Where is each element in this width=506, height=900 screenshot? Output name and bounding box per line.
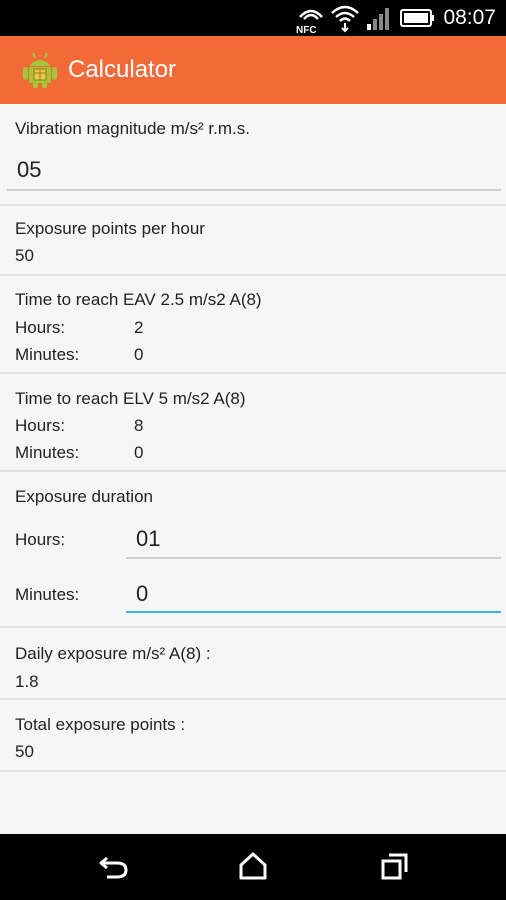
battery-icon — [400, 9, 434, 27]
navigation-bar — [0, 834, 506, 900]
daily-exposure-section: Daily exposure m/s² A(8) : 1.8 — [0, 628, 506, 700]
vibration-label: Vibration magnitude m/s² r.m.s. — [15, 119, 250, 138]
eav-hours-label: Hours: — [15, 318, 66, 337]
total-points-value: 50 — [15, 742, 34, 761]
daily-exposure-value: 1.8 — [15, 672, 39, 691]
points-per-hour-value: 50 — [15, 246, 34, 265]
clock: 08:07 — [443, 6, 496, 29]
elv-minutes-label: Minutes: — [15, 443, 80, 462]
android-app-icon — [23, 52, 57, 88]
points-per-hour-section: Exposure points per hour 50 — [0, 204, 506, 276]
duration-section: Exposure duration Hours: Minutes: — [0, 472, 506, 628]
eav-label: Time to reach EAV 2.5 m/s2 A(8) — [15, 290, 262, 309]
nfc-icon: NFC — [296, 9, 323, 35]
duration-hours-underline — [126, 557, 501, 559]
elv-minutes-value: 0 — [134, 443, 144, 462]
duration-hours-input[interactable] — [136, 524, 496, 554]
action-bar: Calculator — [0, 36, 506, 104]
duration-label: Exposure duration — [15, 487, 153, 506]
eav-minutes-value: 0 — [134, 345, 144, 364]
back-icon[interactable] — [97, 852, 131, 882]
eav-hours-value: 2 — [134, 318, 144, 337]
duration-minutes-label: Minutes: — [15, 585, 80, 604]
total-points-section: Total exposure points : 50 — [0, 700, 506, 772]
elv-section: Time to reach ELV 5 m/s2 A(8) Hours: 8 M… — [0, 374, 506, 472]
duration-minutes-underline — [126, 611, 501, 613]
points-per-hour-label: Exposure points per hour — [15, 219, 205, 238]
eav-section: Time to reach EAV 2.5 m/s2 A(8) Hours: 2… — [0, 276, 506, 374]
signal-icon — [367, 8, 389, 30]
app-title: Calculator — [68, 56, 177, 83]
total-points-label: Total exposure points : — [15, 715, 186, 734]
eav-minutes-label: Minutes: — [15, 345, 80, 364]
elv-hours-value: 8 — [134, 416, 144, 435]
duration-minutes-input[interactable] — [136, 579, 496, 609]
wifi-icon — [331, 5, 359, 33]
duration-hours-label: Hours: — [15, 530, 66, 549]
elv-hours-label: Hours: — [15, 416, 66, 435]
home-icon[interactable] — [238, 851, 268, 881]
status-bar: NFC 08:07 — [0, 0, 506, 36]
elv-label: Time to reach ELV 5 m/s2 A(8) — [15, 389, 246, 408]
vibration-input-underline — [7, 189, 501, 191]
recents-icon[interactable] — [380, 851, 410, 881]
daily-exposure-label: Daily exposure m/s² A(8) : — [15, 644, 211, 663]
vibration-section: Vibration magnitude m/s² r.m.s. — [0, 104, 506, 206]
calculator-content: Vibration magnitude m/s² r.m.s. Exposure… — [0, 104, 506, 834]
nfc-label: NFC — [296, 25, 317, 35]
vibration-input[interactable] — [17, 154, 487, 186]
